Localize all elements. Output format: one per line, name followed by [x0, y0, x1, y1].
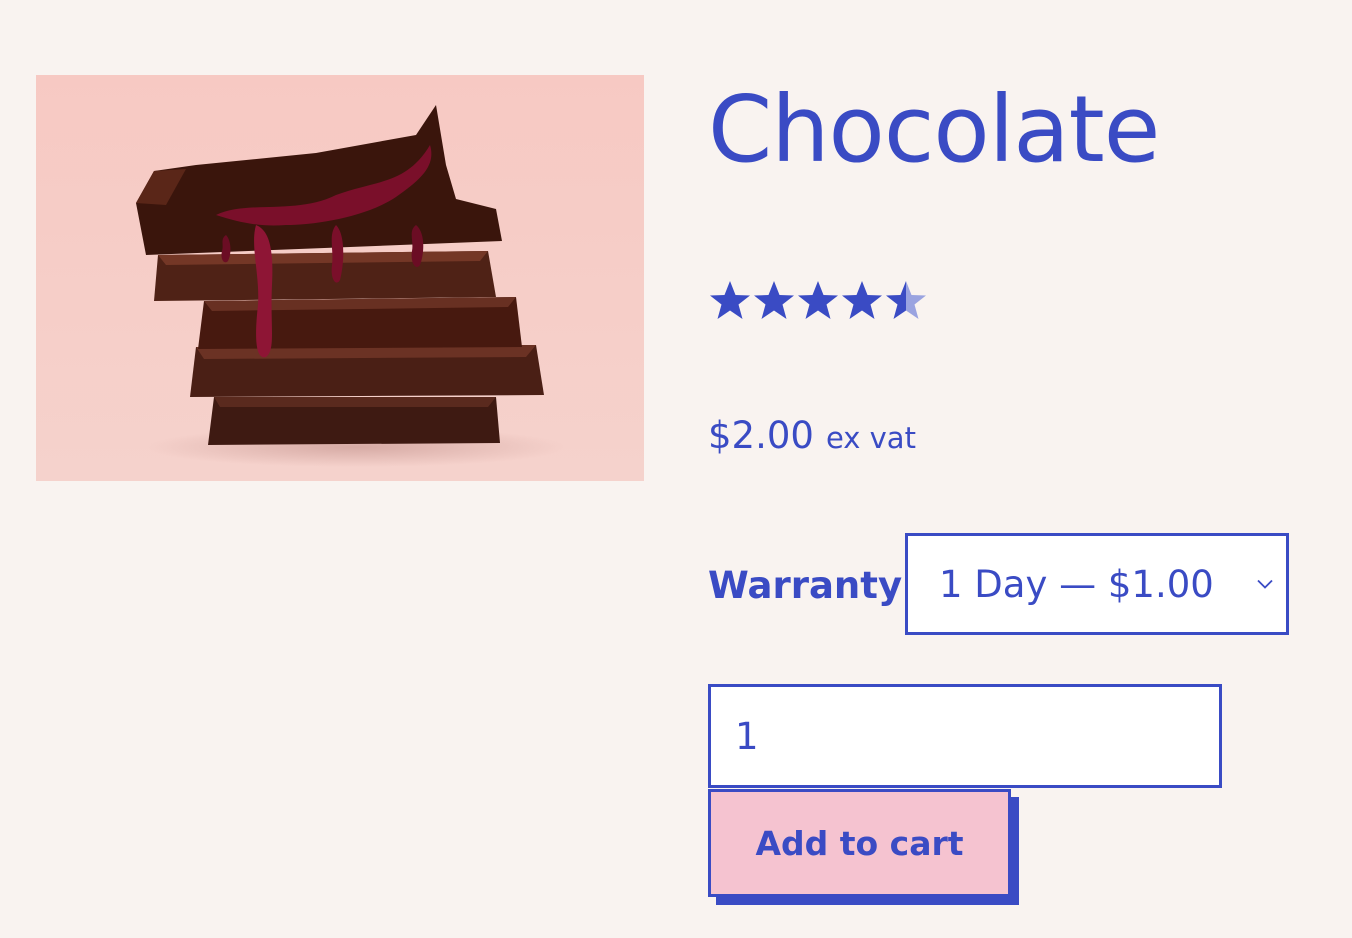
chevron-down-icon: [1256, 575, 1274, 594]
star-icon: [710, 281, 750, 319]
add-to-cart-button[interactable]: Add to cart: [708, 789, 1011, 897]
product-image: [36, 75, 644, 481]
add-to-cart-wrapper: Add to cart: [708, 789, 1020, 905]
star-icon: [842, 281, 882, 319]
star-icon: [754, 281, 794, 319]
half-star-icon: [886, 281, 926, 319]
quantity-input[interactable]: [708, 684, 1222, 788]
warranty-selected-value: 1 Day — $1.00: [939, 562, 1214, 606]
star-icon: [798, 281, 838, 319]
star-rating: [708, 278, 928, 324]
product-title: Chocolate: [708, 76, 1160, 183]
warranty-select[interactable]: 1 Day — $1.00: [905, 533, 1289, 635]
warranty-label: Warranty: [708, 564, 903, 607]
price-amount: $2.00: [708, 414, 814, 457]
price-suffix: ex vat: [825, 421, 916, 455]
price: $2.00 ex vat: [708, 414, 916, 457]
